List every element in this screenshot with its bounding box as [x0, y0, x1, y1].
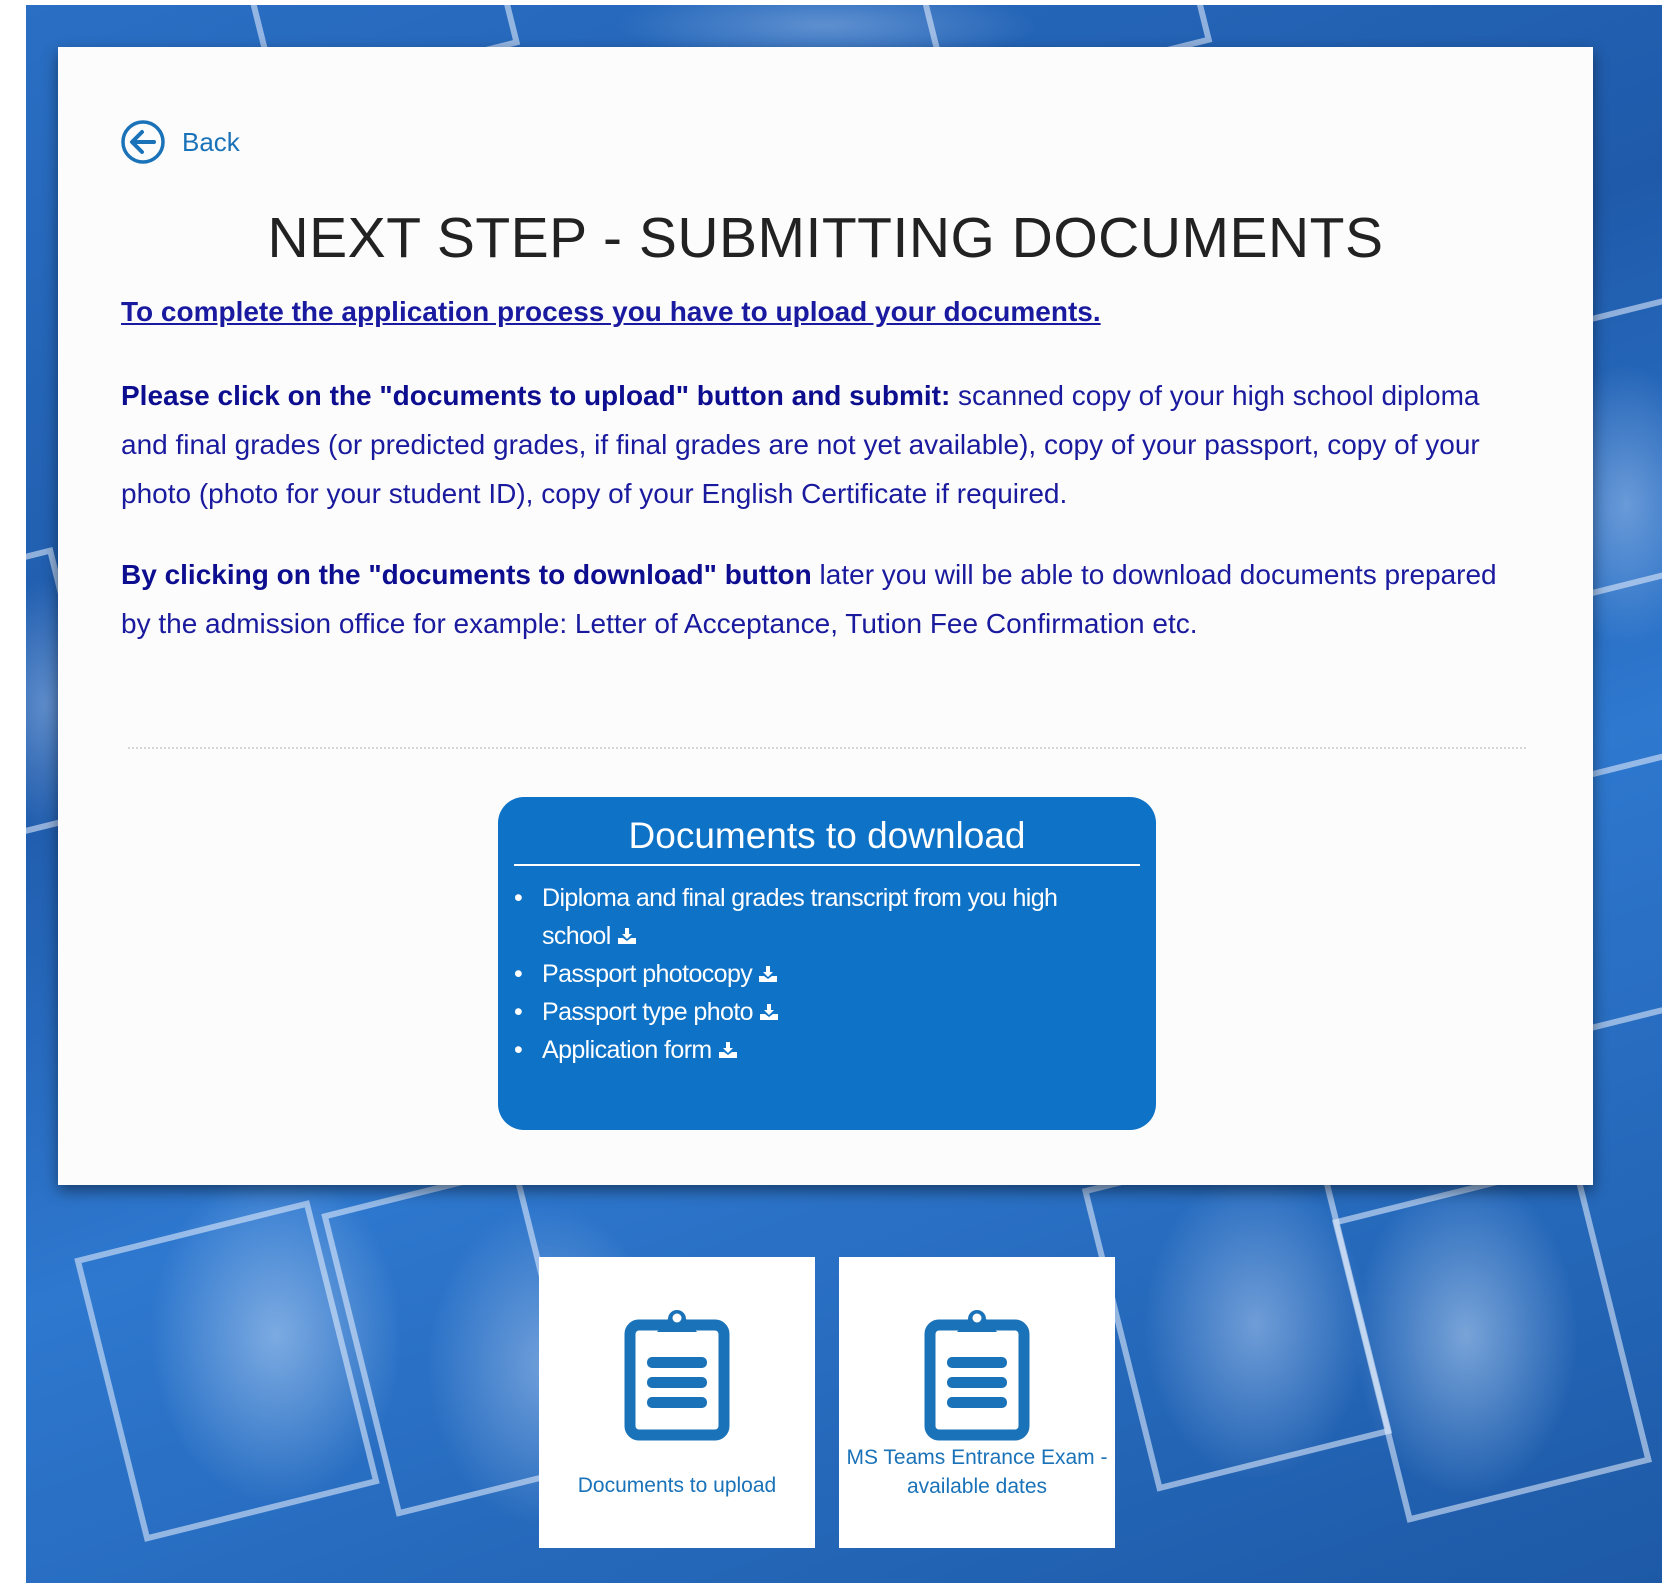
upload-instructions-paragraph: Please click on the "documents to upload…	[121, 371, 1521, 518]
download-instructions-paragraph: By clicking on the "documents to downloa…	[121, 550, 1521, 648]
documents-to-upload-button[interactable]: Documents to upload	[539, 1257, 815, 1548]
section-divider	[128, 747, 1526, 749]
download-list: • Diploma and final grades transcript fro…	[498, 879, 1122, 1069]
download-instructions-emphasis: By clicking on the "documents to downloa…	[121, 559, 812, 590]
back-link[interactable]: Back	[120, 119, 240, 165]
panel-divider	[514, 864, 1140, 866]
background-photo-frame	[1332, 1159, 1652, 1523]
download-icon	[759, 966, 778, 982]
bullet: •	[514, 960, 523, 988]
bullet: •	[514, 884, 523, 912]
clipboard-icon	[624, 1310, 730, 1441]
upload-instructions-emphasis: Please click on the "documents to upload…	[121, 380, 951, 411]
bullet: •	[514, 1036, 523, 1064]
bullet: •	[514, 998, 523, 1026]
clipboard-icon	[924, 1310, 1030, 1441]
documents-to-download-panel: Documents to download • Diploma and final…	[498, 797, 1156, 1130]
download-item-label: Application form	[542, 1036, 712, 1064]
arrow-left-circle-icon	[121, 120, 165, 164]
documents-to-download-title: Documents to download	[628, 815, 1026, 856]
download-item-passport-photocopy[interactable]: • Passport photocopy	[514, 955, 1122, 993]
download-item-diploma[interactable]: • Diploma and final grades transcript fro…	[514, 879, 1122, 955]
tile-label: MS Teams Entrance Exam - available dates	[846, 1446, 1108, 1498]
download-item-application-form[interactable]: • Application form	[514, 1031, 1122, 1069]
download-item-passport-photo[interactable]: • Passport type photo	[514, 993, 1122, 1031]
main-card: Back NEXT STEP - SUBMITTING DOCUMENTS To…	[58, 47, 1593, 1185]
download-icon	[759, 1004, 778, 1020]
tile-label: Documents to upload	[577, 1474, 777, 1497]
download-icon	[718, 1042, 737, 1058]
download-icon	[617, 928, 636, 944]
upload-instructions-link[interactable]: To complete the application process you …	[121, 296, 1101, 328]
download-item-label: Passport photocopy	[542, 960, 753, 988]
page-title: NEXT STEP - SUBMITTING DOCUMENTS	[267, 206, 1384, 270]
back-label: Back	[182, 126, 240, 157]
ms-teams-entrance-exam-button[interactable]: MS Teams Entrance Exam - available dates	[839, 1257, 1115, 1548]
download-item-label: Passport type photo	[542, 998, 754, 1026]
